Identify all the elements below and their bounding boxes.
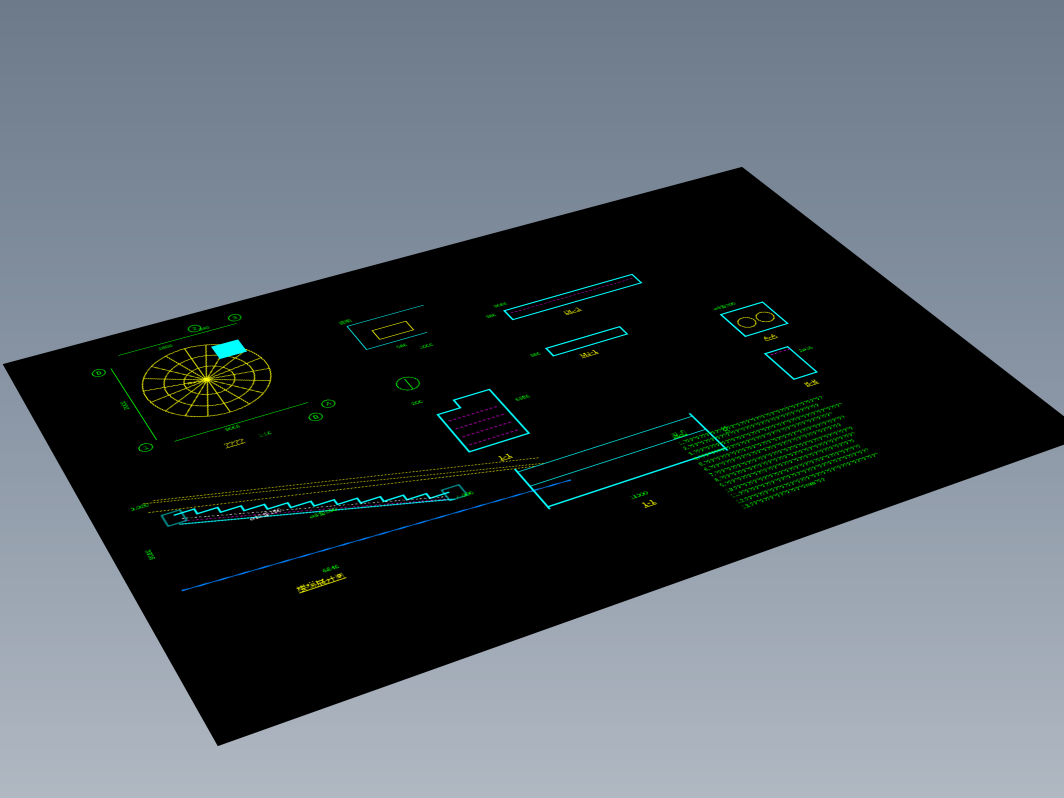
grid-bubble-A: A xyxy=(319,398,338,409)
dim: 3980 xyxy=(143,548,158,561)
label: 3080 xyxy=(492,301,509,309)
section-bb xyxy=(764,346,819,380)
stair-section-title: 楼梯展开图 xyxy=(294,570,347,594)
label: 380 xyxy=(485,313,499,320)
notes-block: 1.??????????????????????????????????????… xyxy=(677,351,1035,511)
dim: 6350 xyxy=(514,394,532,403)
grid-bubble-3: 3 xyxy=(226,313,243,323)
dl1-label: DL-1 xyxy=(562,306,583,315)
note-line: 4.??????????????????????????????????????… xyxy=(692,364,980,462)
label: 2⌀16 xyxy=(797,345,815,353)
grid-bubble-1: 1 xyxy=(136,442,155,454)
dim-text: 2000 xyxy=(119,400,133,410)
dim-text: 340 xyxy=(198,325,212,332)
aa-label: A-A xyxy=(761,333,778,341)
cad-drawing-viewport[interactable]: B 2 3 1 A B 340 1800 2000 3000 R=1250 ??… xyxy=(3,167,1064,746)
grid-bubble-B: B xyxy=(90,368,108,378)
dim: 200 xyxy=(410,399,425,407)
railing-title: 1-1 xyxy=(640,498,658,508)
bb-label: B-B xyxy=(802,378,820,387)
plan-scale: 1:10 xyxy=(257,430,274,439)
north-arrow xyxy=(392,374,424,392)
plan-title: ???? xyxy=(222,437,245,448)
dim-text: 1800 xyxy=(157,344,174,352)
dim-text: 3000 xyxy=(224,424,242,433)
grid-bubble-B2: B xyxy=(306,411,325,422)
label: 380 xyxy=(529,351,543,358)
note-line: 13.?????????????????mm??? xyxy=(740,406,1034,511)
step-detail-section: 980 1000 xyxy=(346,305,458,366)
mj1-label: MJ-1 xyxy=(578,349,600,359)
